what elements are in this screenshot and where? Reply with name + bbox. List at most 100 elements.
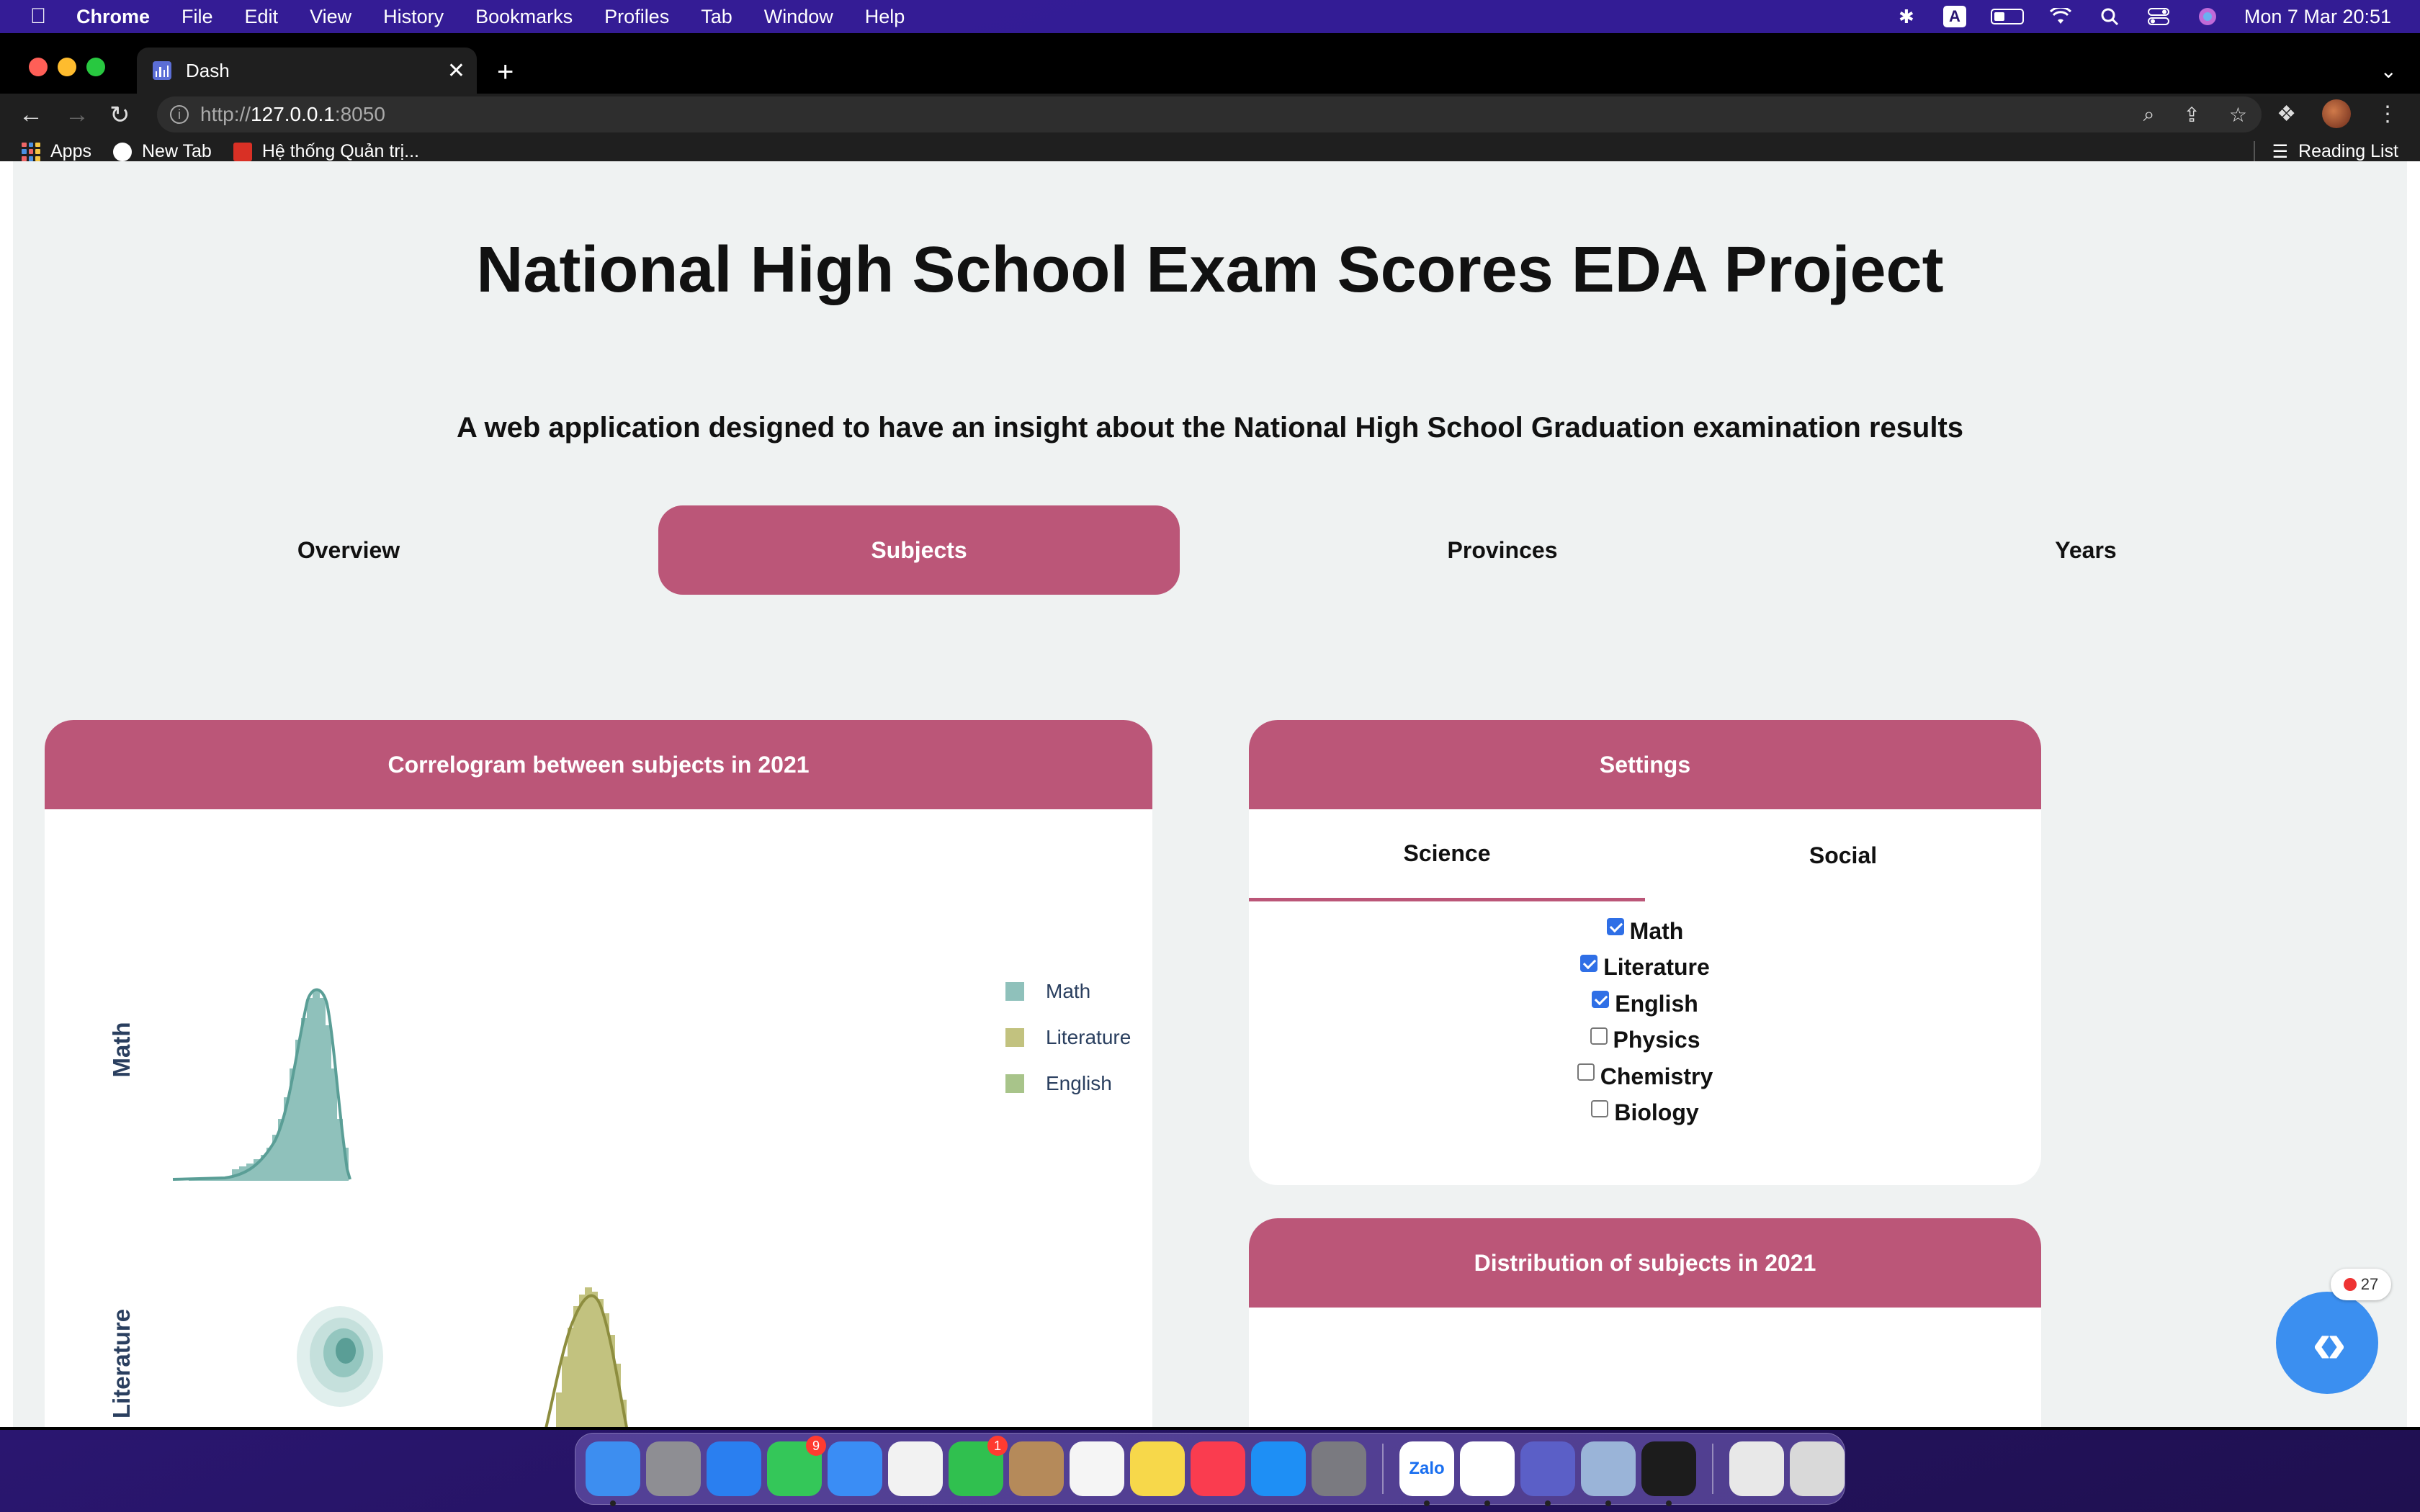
new-tab-icon[interactable]: + xyxy=(497,58,514,86)
checkbox-checked-icon[interactable] xyxy=(1592,991,1610,1009)
checkbox-checked-icon[interactable] xyxy=(1580,954,1598,972)
devtools-toggle-button[interactable]: ‹› xyxy=(2276,1292,2378,1394)
dock-app-zalo[interactable]: Zalo xyxy=(1399,1441,1454,1506)
distribution-title: Distribution of subjects in 2021 xyxy=(1249,1218,2041,1308)
reload-icon[interactable]: ↻ xyxy=(109,101,130,130)
url-text[interactable]: http://127.0.0.1:8050 xyxy=(200,103,385,126)
dock-app-reminders[interactable] xyxy=(1070,1441,1124,1496)
address-bar[interactable]: i http://127.0.0.1:8050 ⌕ ⇪ ☆ xyxy=(157,96,2262,132)
checkbox-unchecked-icon[interactable] xyxy=(1590,1027,1608,1045)
dock-app-chrome[interactable] xyxy=(1460,1441,1515,1506)
dock-app-messages[interactable]: 9 xyxy=(767,1436,826,1496)
menu-window[interactable]: Window xyxy=(764,6,833,28)
dock-separator xyxy=(1382,1444,1384,1494)
macos-dock: 9 1 Zalo xyxy=(575,1433,1845,1506)
page-subtitle: A web application designed to have an in… xyxy=(456,412,1964,444)
close-window-button[interactable] xyxy=(29,58,48,76)
subtab-social[interactable]: Social xyxy=(1645,809,2041,901)
dock-app-music[interactable] xyxy=(1191,1441,1245,1496)
browser-tab-dash[interactable]: Dash ✕ xyxy=(137,48,477,94)
share-icon[interactable]: ⇪ xyxy=(2183,103,2200,127)
settings-subtabs: Science Social xyxy=(1249,809,2041,901)
dock-app-teams[interactable] xyxy=(1520,1441,1575,1506)
menu-profiles[interactable]: Profiles xyxy=(604,6,669,28)
tab-years[interactable]: Years xyxy=(1825,505,2347,595)
battery-icon[interactable] xyxy=(1990,9,2024,24)
correlogram-plot[interactable]: Math Literature Math Literature English xyxy=(45,809,1152,1427)
dock-app-contacts[interactable] xyxy=(1009,1441,1064,1496)
extensions-puzzle-icon[interactable]: ❖ xyxy=(2277,102,2296,127)
bookmark-he-thong[interactable]: Hệ thống Quản trị... xyxy=(233,141,419,162)
tab-subjects[interactable]: Subjects xyxy=(658,505,1180,595)
callback-count-badge[interactable]: 27 xyxy=(2331,1269,2391,1300)
legend-math[interactable]: Math xyxy=(1046,980,1090,1002)
minimize-window-button[interactable] xyxy=(58,58,76,76)
close-tab-icon[interactable]: ✕ xyxy=(447,58,465,84)
dock-app-facetime[interactable]: 1 xyxy=(949,1436,1008,1496)
tab-title: Dash xyxy=(186,59,230,81)
checkbox-unchecked-icon[interactable] xyxy=(1591,1099,1609,1117)
menu-app-name[interactable]: Chrome xyxy=(76,6,150,28)
fullscreen-window-button[interactable] xyxy=(86,58,105,76)
checkbox-english[interactable]: English xyxy=(1249,986,2041,1022)
control-center-icon[interactable] xyxy=(2146,6,2171,27)
forward-arrow-icon[interactable]: → xyxy=(65,101,89,129)
checkbox-checked-icon[interactable] xyxy=(1606,918,1624,936)
menubar-clock[interactable]: Mon 7 Mar 20:51 xyxy=(2244,6,2391,28)
menu-view[interactable]: View xyxy=(310,6,351,28)
back-arrow-icon[interactable]: ← xyxy=(19,101,43,129)
menu-file[interactable]: File xyxy=(182,6,213,28)
dock-app-photos[interactable] xyxy=(888,1441,943,1496)
site-info-icon[interactable]: i xyxy=(170,105,189,124)
correlogram-title: Correlogram between subjects in 2021 xyxy=(45,720,1152,809)
dock-app-trash[interactable] xyxy=(1790,1441,1845,1496)
checkbox-biology[interactable]: Biology xyxy=(1249,1095,2041,1132)
bookmark-new-tab[interactable]: New Tab xyxy=(112,141,212,162)
menu-history[interactable]: History xyxy=(383,6,444,28)
dash-favicon-icon xyxy=(153,61,171,80)
tab-provinces[interactable]: Provinces xyxy=(1242,505,1763,595)
tab-search-chevron-icon[interactable]: ⌄ xyxy=(2380,59,2397,83)
checkbox-label: English xyxy=(1615,990,1698,1017)
main-tabs: Overview Subjects Provinces Years xyxy=(13,505,2407,595)
checkbox-math[interactable]: Math xyxy=(1249,913,2041,950)
legend-swatch-math xyxy=(1005,982,1024,1001)
dock-app-system-preferences[interactable] xyxy=(1312,1441,1366,1496)
dock-app-finder[interactable] xyxy=(586,1441,640,1506)
menu-bookmarks[interactable]: Bookmarks xyxy=(475,6,573,28)
profile-avatar[interactable] xyxy=(2322,99,2351,128)
bluetooth-icon[interactable]: ✱ xyxy=(1894,6,1919,27)
checkbox-unchecked-icon[interactable] xyxy=(1577,1063,1595,1081)
chrome-menu-icon[interactable]: ⋮ xyxy=(2377,102,2398,127)
dock-app-preview[interactable] xyxy=(1581,1441,1636,1506)
menu-help[interactable]: Help xyxy=(865,6,905,28)
dock-app-terminal[interactable] xyxy=(1641,1441,1696,1506)
divider xyxy=(2253,140,2255,163)
dock-app-notes[interactable] xyxy=(1130,1441,1185,1496)
legend-swatch-english xyxy=(1005,1074,1024,1093)
dock-app-app-store[interactable] xyxy=(1251,1441,1306,1496)
dock-app-mail[interactable] xyxy=(828,1441,882,1496)
subtab-science[interactable]: Science xyxy=(1249,809,1645,901)
legend-literature[interactable]: Literature xyxy=(1046,1026,1131,1048)
dock-app-documents[interactable] xyxy=(1729,1441,1784,1496)
dock-app-launchpad[interactable] xyxy=(646,1441,701,1496)
menu-edit[interactable]: Edit xyxy=(245,6,279,28)
checkbox-physics[interactable]: Physics xyxy=(1249,1022,2041,1059)
legend-english[interactable]: English xyxy=(1046,1072,1112,1094)
input-source-icon[interactable]: A xyxy=(1942,6,1966,27)
spotlight-search-icon[interactable] xyxy=(2097,6,2122,27)
wifi-icon[interactable] xyxy=(2048,6,2073,27)
bookmark-star-icon[interactable]: ☆ xyxy=(2229,103,2247,127)
bookmark-apps[interactable]: Apps xyxy=(22,141,91,162)
menu-tab[interactable]: Tab xyxy=(701,6,732,28)
tab-overview[interactable]: Overview xyxy=(88,505,609,595)
checkbox-literature[interactable]: Literature xyxy=(1249,950,2041,986)
reading-list-button[interactable]: ☰ Reading List xyxy=(2253,140,2398,163)
dock-app-safari[interactable] xyxy=(707,1441,761,1496)
zoom-icon[interactable]: ⌕ xyxy=(2143,103,2155,127)
apple-menu-icon[interactable]:  xyxy=(26,4,50,29)
siri-icon[interactable] xyxy=(2195,6,2220,27)
dock-separator xyxy=(1712,1444,1713,1494)
checkbox-chemistry[interactable]: Chemistry xyxy=(1249,1058,2041,1095)
